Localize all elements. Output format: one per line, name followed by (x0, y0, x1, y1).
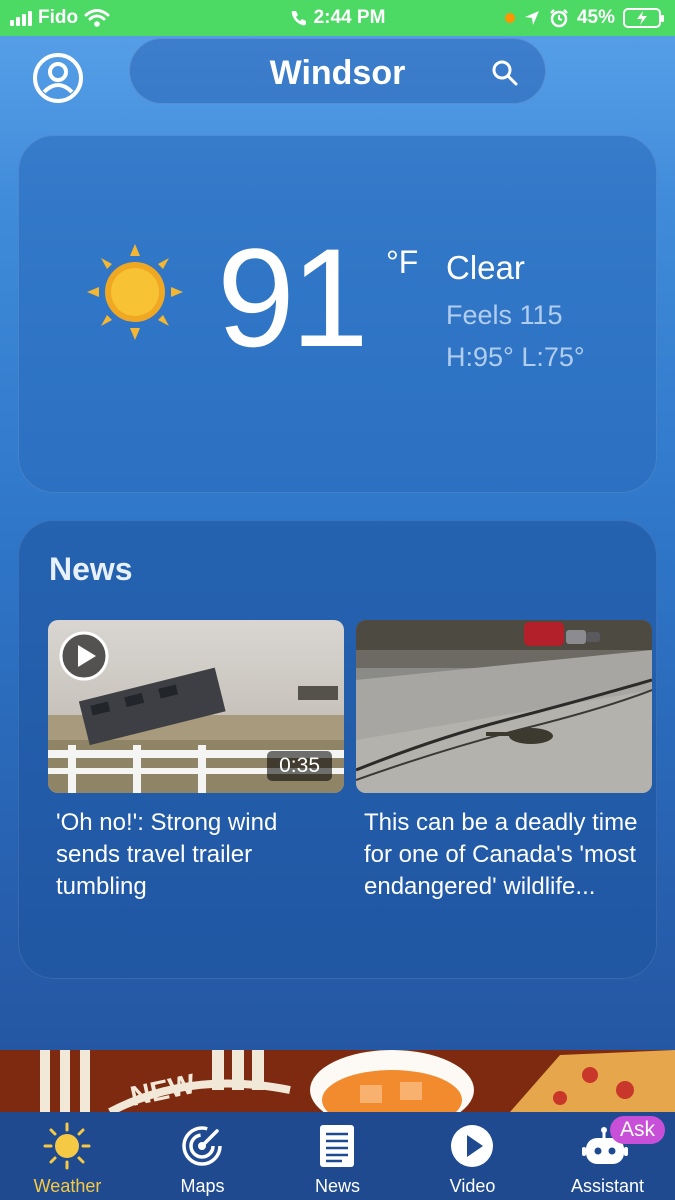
news-item[interactable]: This can be a deadly time for one of Can… (356, 620, 652, 903)
location-search-bar[interactable]: Windsor (129, 38, 546, 104)
news-card: News 0:35 'Oh no!': Strong wind sends tr… (18, 520, 657, 979)
tab-news[interactable]: News (270, 1112, 405, 1200)
tab-assistant[interactable]: Ask Assistant (540, 1112, 675, 1200)
tab-label: Assistant (570, 1176, 645, 1196)
status-time: 2:44 PM (313, 7, 386, 28)
condition-text: Clear (446, 249, 525, 286)
ask-badge[interactable]: Ask (609, 1116, 665, 1144)
bottom-tab-bar: Weather Maps News Video Ask Assistant (0, 1112, 675, 1200)
temperature-value: 91 (217, 219, 369, 376)
feels-like-text: Feels 115 (446, 300, 563, 330)
news-thumbnail[interactable] (356, 620, 652, 793)
newspaper-icon (320, 1125, 354, 1167)
high-low-text: H:95° L:75° (446, 342, 585, 372)
news-thumbnail[interactable]: 0:35 (48, 620, 344, 793)
battery-percent: 45% (576, 7, 615, 28)
tab-label: Weather (33, 1176, 102, 1196)
user-icon[interactable] (32, 52, 84, 104)
city-name: Windsor (269, 54, 406, 92)
phone-icon (291, 11, 306, 26)
tab-maps[interactable]: Maps (135, 1112, 270, 1200)
location-arrow-icon (524, 11, 539, 25)
search-icon[interactable] (491, 59, 519, 87)
ad-banner[interactable]: NEW (0, 1050, 675, 1112)
tab-weather[interactable]: Weather (0, 1112, 135, 1200)
current-conditions-card[interactable]: 91 °F Clear Feels 115 H:95° L:75° (18, 135, 657, 493)
system-icons: 45% (504, 7, 664, 29)
battery-icon (623, 8, 664, 28)
tab-label: Video (449, 1176, 496, 1196)
tab-video[interactable]: Video (405, 1112, 540, 1200)
tab-label: Maps (180, 1176, 225, 1196)
privacy-indicator-icon (504, 13, 515, 23)
radar-icon (182, 1126, 222, 1166)
sun-icon (43, 1122, 91, 1170)
temperature-unit: °F (386, 244, 419, 280)
play-icon (451, 1125, 493, 1167)
turtle-road-image (356, 620, 652, 793)
alarm-icon (550, 9, 568, 28)
news-headline[interactable]: This can be a deadly time for one of Can… (356, 807, 652, 903)
ad-image: NEW (0, 1050, 675, 1112)
news-item[interactable]: 0:35 'Oh no!': Strong wind sends travel … (48, 620, 344, 903)
video-duration: 0:35 (267, 751, 332, 781)
news-headline[interactable]: 'Oh no!': Strong wind sends travel trail… (48, 807, 344, 903)
tab-label: News (314, 1176, 360, 1196)
news-heading[interactable]: News (49, 551, 133, 588)
status-bar: Fido 2:44 PM 45% (0, 0, 675, 36)
play-icon[interactable] (58, 630, 110, 682)
sun-icon (87, 244, 183, 340)
